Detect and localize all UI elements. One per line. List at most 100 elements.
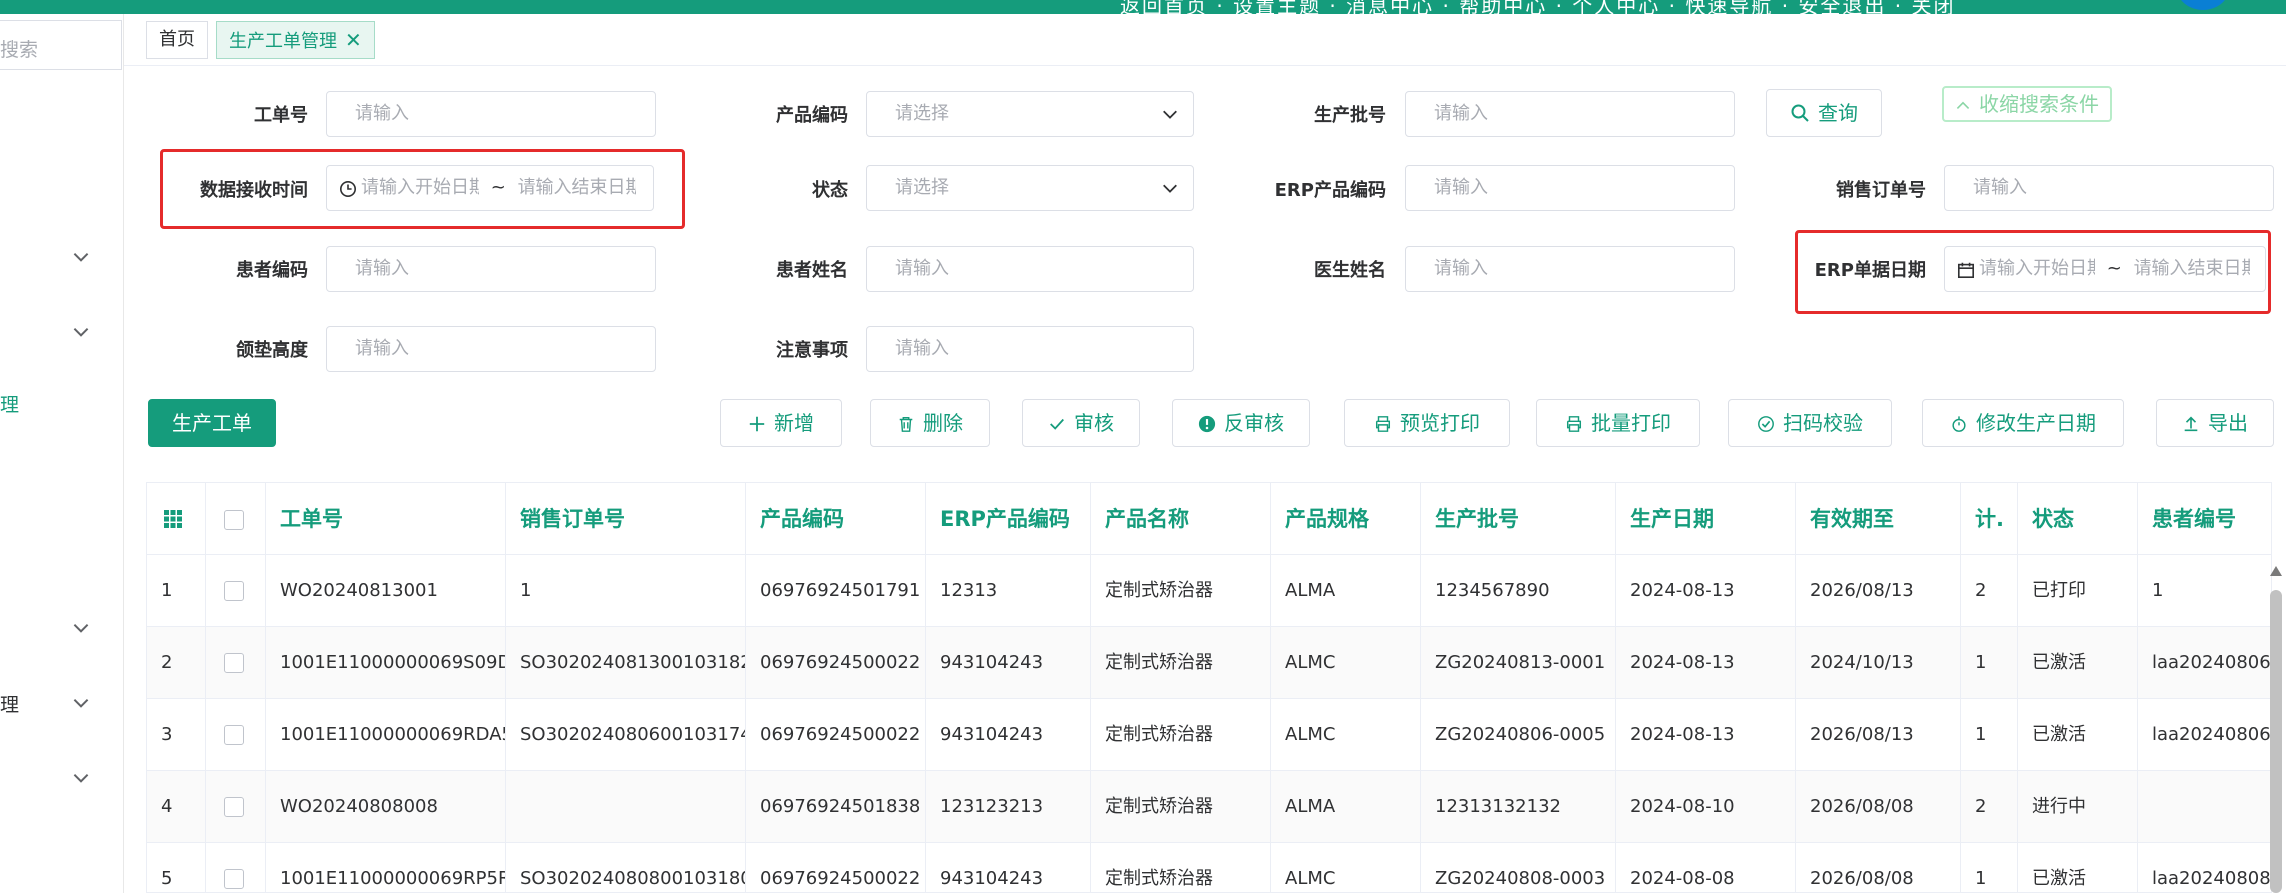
add-button[interactable]: 新增 (720, 399, 842, 447)
checkbox[interactable] (224, 510, 244, 530)
column-header[interactable]: 产品名称 (1091, 483, 1271, 555)
cell-patient-code: 1 (2138, 555, 2271, 627)
column-header[interactable]: 患者编号 (2138, 483, 2271, 555)
row-checkbox[interactable] (206, 627, 266, 699)
row-checkbox[interactable] (206, 771, 266, 843)
column-header[interactable]: 产品编码 (746, 483, 926, 555)
table-scrollbar[interactable] (2270, 590, 2282, 893)
checkbox[interactable] (224, 581, 244, 601)
column-header[interactable]: 销售订单号 (506, 483, 746, 555)
cell-product-spec: ALMC (1271, 699, 1421, 771)
table-row[interactable]: 1 WO20240813001 1 06976924501791 12313 定… (147, 555, 2271, 627)
row-checkbox[interactable] (206, 843, 266, 892)
cell-patient-code (2138, 771, 2271, 843)
audit-button[interactable]: 审核 (1022, 399, 1140, 447)
delete-button-label: 删除 (923, 411, 963, 435)
checkbox[interactable] (224, 725, 244, 745)
cell-product-code: 06976924500022 (746, 843, 926, 892)
row-checkbox[interactable] (206, 555, 266, 627)
preview-print-button[interactable]: 预览打印 (1344, 399, 1510, 447)
column-header[interactable]: 产品规格 (1271, 483, 1421, 555)
range-separator: ~ (2106, 258, 2122, 279)
cell-work-order: WO20240808008 (266, 771, 506, 843)
column-header[interactable]: 生产批号 (1421, 483, 1616, 555)
chevron-down-icon[interactable] (70, 692, 92, 714)
production-order-title-button[interactable]: 生产工单 (148, 399, 276, 447)
search-icon (1791, 104, 1809, 122)
table-row[interactable]: 2 1001E11000000069S09D SO302024081300103… (147, 627, 2271, 699)
row-index: 1 (147, 555, 206, 627)
cell-expiry: 2026/08/13 (1796, 699, 1961, 771)
table-row[interactable]: 3 1001E11000000069RDA5 SO302024080600103… (147, 699, 2271, 771)
scroll-up-arrow[interactable] (2270, 566, 2282, 576)
unaudit-button-label: 反审核 (1224, 411, 1284, 435)
upload-icon (2184, 416, 2198, 432)
checkbox[interactable] (224, 797, 244, 817)
receive-time-range[interactable]: 请输入开始日期 ~ 请输入结束日期 (326, 165, 654, 211)
column-header[interactable]: 状态 (2018, 483, 2138, 555)
page-tabs: 首页 生产工单管理 ✕ (124, 14, 2286, 66)
checkbox[interactable] (224, 869, 244, 889)
grid-icon[interactable] (163, 509, 183, 529)
edit-production-date-button[interactable]: 修改生产日期 (1922, 399, 2124, 447)
avatar[interactable] (2176, 0, 2230, 10)
column-header[interactable]: 工单号 (266, 483, 506, 555)
column-header[interactable]: 生产日期 (1616, 483, 1796, 555)
cell-product-name: 定制式矫治器 (1091, 627, 1271, 699)
collapse-search-button[interactable]: 收缩搜索条件 (1942, 86, 2112, 122)
chevron-down-icon[interactable] (70, 246, 92, 268)
sidebar-item-management[interactable]: 理 (0, 390, 19, 417)
cell-production-date: 2024-08-08 (1616, 843, 1796, 892)
sidebar-search-input[interactable]: 搜索 (0, 20, 122, 70)
chevron-down-icon[interactable] (70, 617, 92, 639)
checkbox[interactable] (224, 653, 244, 673)
sales-order-input[interactable]: 请输入 (1944, 165, 2274, 211)
column-header[interactable]: 计. (1961, 483, 2018, 555)
work-order-input[interactable]: 请输入 (326, 91, 656, 137)
patient-code-input[interactable]: 请输入 (326, 246, 656, 292)
notes-input[interactable]: 请输入 (866, 326, 1194, 372)
row-index: 4 (147, 771, 206, 843)
scan-verify-button[interactable]: 扫码校验 (1728, 399, 1892, 447)
cell-erp-code: 943104243 (926, 627, 1091, 699)
erp-date-end[interactable]: 请输入结束日期 (2134, 247, 2250, 291)
table-row[interactable]: 4 WO20240808008 06976924501838 123123213… (147, 771, 2271, 843)
cell-production-date: 2024-08-13 (1616, 699, 1796, 771)
receive-time-start[interactable]: 请输入开始日期 (361, 166, 479, 210)
tab-home[interactable]: 首页 (146, 21, 208, 59)
cell-erp-code: 943104243 (926, 843, 1091, 892)
receive-time-label: 数据接收时间 (200, 180, 308, 201)
jaw-height-input[interactable]: 请输入 (326, 326, 656, 372)
product-code-label: 产品编码 (776, 105, 848, 126)
row-checkbox[interactable] (206, 699, 266, 771)
delete-button[interactable]: 删除 (870, 399, 990, 447)
column-header[interactable]: ERP产品编码 (926, 483, 1091, 555)
chevron-down-icon[interactable] (70, 767, 92, 789)
erp-code-input[interactable]: 请输入 (1405, 165, 1735, 211)
table-header: 工单号 销售订单号 产品编码 ERP产品编码 产品名称 产品规格 生产批号 生产… (147, 483, 2271, 555)
column-settings-icon[interactable] (147, 483, 206, 555)
product-code-select[interactable]: 请选择 (866, 91, 1194, 137)
patient-name-input[interactable]: 请输入 (866, 246, 1194, 292)
batch-input[interactable]: 请输入 (1405, 91, 1735, 137)
erp-date-start[interactable]: 请输入开始日期 (1979, 247, 2095, 291)
close-icon[interactable]: ✕ (345, 28, 362, 52)
chevron-down-icon[interactable] (70, 321, 92, 343)
batch-print-button[interactable]: 批量打印 (1536, 399, 1700, 447)
table-row[interactable]: 5 1001E11000000069RP5R SO302024080800103… (147, 843, 2271, 892)
query-button[interactable]: 查询 (1766, 89, 1882, 137)
doctor-name-input[interactable]: 请输入 (1405, 246, 1735, 292)
cell-batch: ZG20240813-0001 (1421, 627, 1616, 699)
export-button[interactable]: 导出 (2156, 399, 2274, 447)
column-header[interactable]: 有效期至 (1796, 483, 1961, 555)
cell-sales-order: SO302024081300103182 (506, 627, 746, 699)
receive-time-end[interactable]: 请输入结束日期 (518, 166, 636, 210)
select-all-checkbox[interactable] (206, 483, 266, 555)
sidebar-item-management-2[interactable]: 理 (0, 690, 19, 717)
erp-date-range[interactable]: 请输入开始日期 ~ 请输入结束日期 (1944, 246, 2266, 292)
sidebar-search-placeholder: 搜索 (0, 39, 39, 61)
unaudit-button[interactable]: 反审核 (1172, 399, 1310, 447)
printer-icon (1566, 416, 1582, 432)
tab-production-orders[interactable]: 生产工单管理 ✕ (216, 21, 375, 59)
status-select[interactable]: 请选择 (866, 165, 1194, 211)
